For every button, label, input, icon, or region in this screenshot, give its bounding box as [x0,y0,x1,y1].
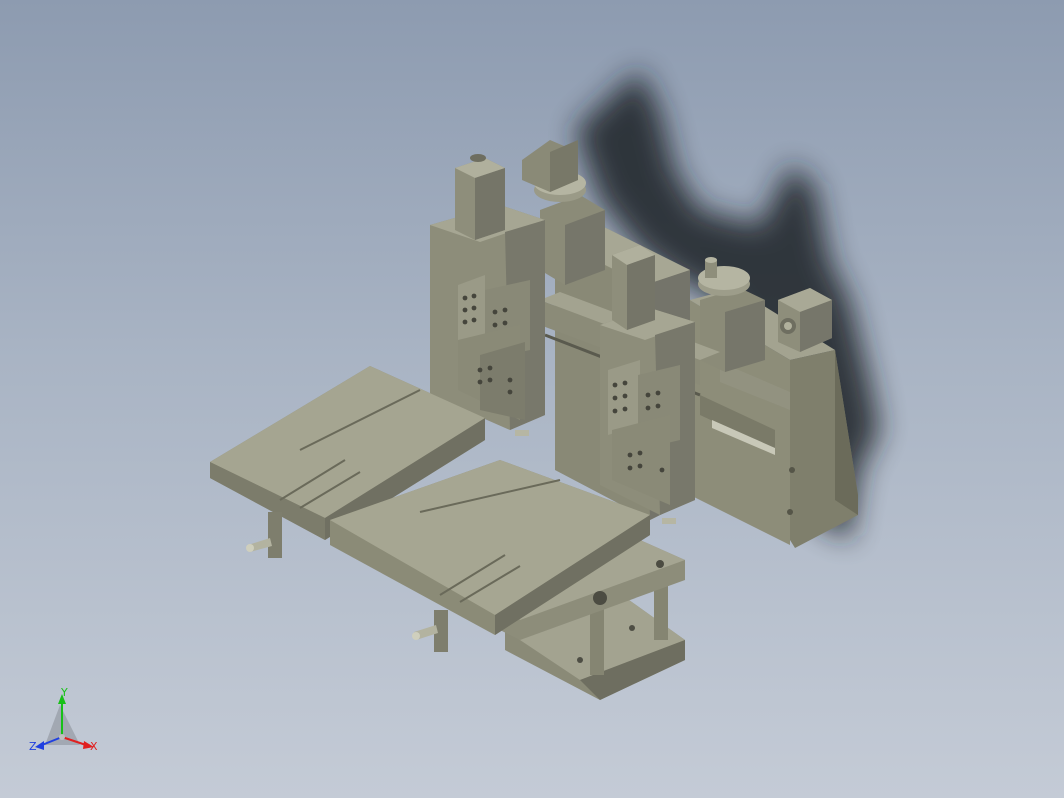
left-handle-pin[interactable] [246,512,282,558]
cad-3d-viewport[interactable]: Y X Z [0,0,1064,798]
axis-x-label: X [90,740,98,753]
axis-triad[interactable] [35,694,94,750]
front-handle-pin[interactable] [412,610,448,652]
cad-model-scene[interactable] [0,0,1064,798]
axis-z-label: Z [29,740,37,753]
left-vertical-module[interactable] [430,154,545,430]
axis-y-label: Y [61,686,68,699]
